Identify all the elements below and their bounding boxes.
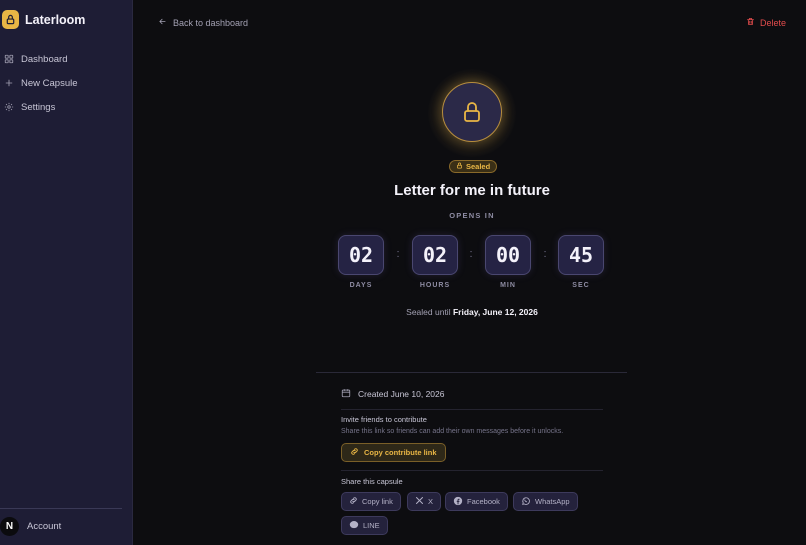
share-x-button[interactable]: X xyxy=(407,492,442,511)
created-date: Created June 10, 2026 xyxy=(341,388,444,400)
share-facebook-button[interactable]: Facebook xyxy=(445,492,508,511)
plus-icon xyxy=(3,77,15,89)
sidebar: Laterloom Dashboard New Capsule Settings… xyxy=(0,0,133,545)
sidebar-item-dashboard[interactable]: Dashboard xyxy=(3,52,78,66)
button-label: X xyxy=(428,497,434,506)
link-icon xyxy=(350,447,359,458)
countdown-unit-label: HOURS xyxy=(419,282,451,289)
delete-label: Delete xyxy=(759,17,786,28)
trash-icon xyxy=(746,17,755,28)
sidebar-item-label: Settings xyxy=(21,101,56,113)
button-label: LINE xyxy=(363,521,380,530)
back-label: Back to dashboard xyxy=(173,17,249,28)
brand-name: Laterloom xyxy=(25,12,86,27)
line-icon xyxy=(349,520,359,532)
section-divider xyxy=(316,372,627,373)
account-label: Account xyxy=(27,521,62,532)
share-whatsapp-button[interactable]: WhatsApp xyxy=(513,492,578,511)
button-label: Facebook xyxy=(467,497,500,506)
sealed-until-date: Friday, June 12, 2026 xyxy=(452,307,538,317)
countdown-unit-label: DAYS xyxy=(349,282,373,289)
calendar-icon xyxy=(341,388,351,400)
countdown-minutes: 00 xyxy=(485,235,531,275)
facebook-icon xyxy=(453,496,463,508)
countdown-separator: : xyxy=(396,248,400,260)
capsule-title: Letter for me in future xyxy=(394,182,550,199)
lock-icon xyxy=(2,10,19,29)
countdown-unit-label: MIN xyxy=(500,282,516,289)
lock-icon xyxy=(442,82,502,142)
sidebar-item-new-capsule[interactable]: New Capsule xyxy=(3,76,78,90)
invite-description: Share this link so friends can add their… xyxy=(341,428,564,435)
status-badge: Sealed xyxy=(449,160,498,173)
button-label: Copy link xyxy=(362,497,393,506)
whatsapp-icon xyxy=(521,496,531,508)
sealed-until-text: Sealed until Friday, June 12, 2026 xyxy=(320,307,624,317)
divider xyxy=(341,470,603,471)
sidebar-item-settings[interactable]: Settings xyxy=(3,100,78,114)
countdown-separator: : xyxy=(469,248,473,260)
avatar: N xyxy=(0,517,19,536)
countdown-days: 02 xyxy=(338,235,384,275)
x-logo-icon xyxy=(415,496,424,507)
invite-title: Invite friends to contribute xyxy=(341,415,427,424)
countdown-separator: : xyxy=(543,248,547,260)
divider xyxy=(341,409,603,410)
arrow-left-icon xyxy=(158,17,167,28)
share-line-button[interactable]: LINE xyxy=(341,516,388,535)
gear-icon xyxy=(3,101,15,113)
back-to-dashboard-link[interactable]: Back to dashboard xyxy=(158,17,248,28)
sidebar-divider xyxy=(0,508,122,509)
account-button[interactable]: N Account xyxy=(0,517,61,536)
countdown-unit-label: SEC xyxy=(572,282,590,289)
button-label: WhatsApp xyxy=(535,497,570,506)
copy-link-button[interactable]: Copy link xyxy=(341,492,401,511)
sealed-until-prefix: Sealed until xyxy=(406,307,451,317)
grid-icon xyxy=(3,53,15,65)
button-label: Copy contribute link xyxy=(364,448,437,457)
sidebar-item-label: New Capsule xyxy=(21,77,78,89)
delete-button[interactable]: Delete xyxy=(746,17,786,28)
copy-contribute-link-button[interactable]: Copy contribute link xyxy=(341,443,446,462)
opens-in-label: OPENS IN xyxy=(449,211,495,220)
share-title: Share this capsule xyxy=(341,477,403,486)
sidebar-item-label: Dashboard xyxy=(21,53,68,65)
countdown-hours: 02 xyxy=(412,235,458,275)
countdown-seconds: 45 xyxy=(558,235,604,275)
link-icon xyxy=(349,496,358,507)
lock-icon xyxy=(456,162,463,171)
brand[interactable]: Laterloom xyxy=(2,10,85,29)
status-label: Sealed xyxy=(466,162,491,171)
sidebar-nav: Dashboard New Capsule Settings xyxy=(3,52,78,124)
created-label: Created June 10, 2026 xyxy=(358,389,445,399)
